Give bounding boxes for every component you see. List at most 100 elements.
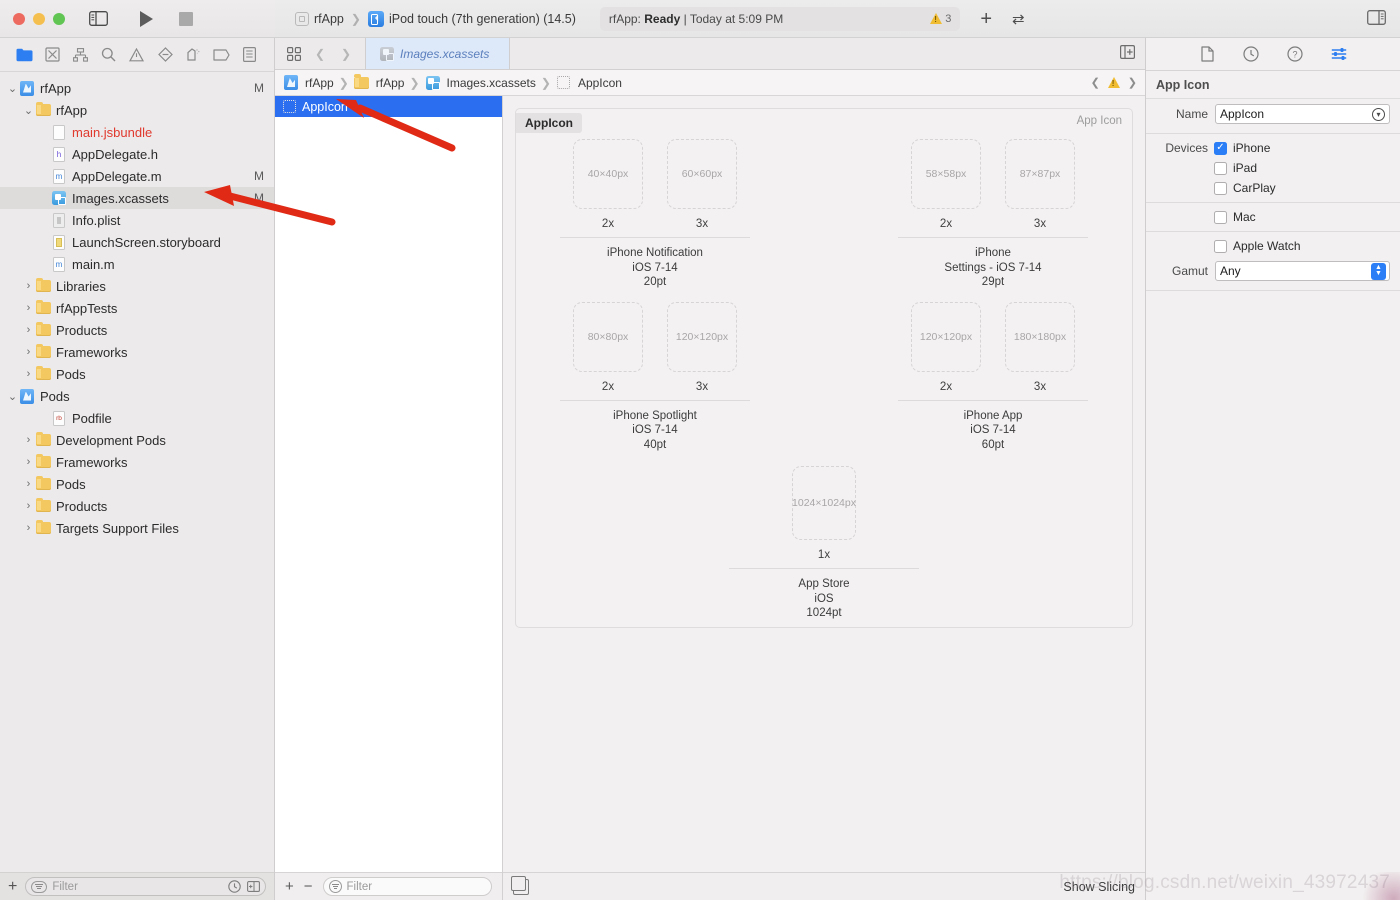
appicon-slot[interactable]: 1024×1024px 1x [792,466,856,561]
device-checkbox-iphone[interactable] [1214,141,1227,155]
slicing-icon[interactable] [510,876,529,895]
chevron-right-icon[interactable]: › [22,456,35,468]
appicon-slot[interactable]: 58×58px 2x [911,139,981,230]
navigator-add-button[interactable]: + [8,878,17,895]
chevron-down-icon[interactable]: ⌄ [22,104,35,117]
inspector-toolbar[interactable]: ? [1146,38,1400,71]
chevron-right-icon[interactable]: › [22,500,35,512]
inspector-devices-group[interactable]: Devices iPhone iPad CarPlay Mac Apple Watch [1146,138,1400,256]
chevron-right-icon[interactable]: › [22,280,35,292]
asset-set-list[interactable]: AppIcon [275,96,502,872]
navigator-row[interactable]: Info.plist [0,209,274,231]
breadcrumb[interactable]: rfApp ❯ rfApp ❯ Images.xcassets ❯ AppIcon [283,74,622,91]
source-control-filter-icon[interactable] [246,880,260,894]
scheme-selector[interactable]: rfApp ❯ iPod touch (7th generation) (14.… [289,8,582,30]
report-navigator-icon[interactable] [240,46,260,64]
project-navigator-icon[interactable] [14,46,34,64]
device-checkbox-carplay[interactable] [1214,181,1227,195]
appicon-slot-dropzone[interactable]: 58×58px [911,139,981,209]
navigator-row[interactable]: › Frameworks [0,341,274,363]
navigator-row[interactable]: LaunchScreen.storyboard [0,231,274,253]
inspector-device-row[interactable]: iPad [1146,158,1400,178]
chevron-right-icon[interactable]: › [22,346,35,358]
navigator-row[interactable]: ⌄ Pods [0,385,274,407]
debug-navigator-icon[interactable] [183,46,203,64]
breadcrumb-item[interactable]: rfApp [283,75,334,91]
appicon-slot[interactable]: 180×180px 3x [1005,301,1075,393]
device-checkbox-ipad[interactable] [1214,161,1227,175]
device-checkbox-mac[interactable] [1214,210,1227,224]
navigator-row[interactable]: › Products [0,319,274,341]
navigator-row[interactable]: › Development Pods [0,429,274,451]
issue-next-icon[interactable]: ❯ [1128,76,1137,89]
chevron-right-icon[interactable]: › [22,434,35,446]
source-control-navigator-icon[interactable] [42,46,62,64]
navigator-row[interactable]: Images.xcassets M [0,187,274,209]
appicon-slot[interactable]: 60×60px 3x [667,139,737,230]
recent-files-clock-icon[interactable] [227,880,241,894]
asset-add-button[interactable]: + [285,879,294,894]
asset-remove-button[interactable]: − [304,879,313,894]
appicon-slot[interactable]: 120×120px 2x [911,301,981,393]
run-button[interactable] [140,10,153,27]
breadcrumb-warning-icon[interactable] [1107,77,1120,88]
chevron-right-icon[interactable]: › [22,522,35,534]
editor-tab-images-xcassets[interactable]: Images.xcassets [365,38,510,69]
symbol-navigator-icon[interactable] [71,46,91,64]
appicon-slot-dropzone[interactable]: 40×40px [573,139,643,209]
navigator-filter-input[interactable]: Filter [25,877,266,896]
breakpoint-navigator-icon[interactable] [212,46,232,64]
multiple-editors-icon[interactable] [281,38,307,69]
inspector-device-row[interactable]: Apple Watch [1146,236,1400,256]
chevron-right-icon[interactable]: › [22,302,35,314]
history-inspector-icon[interactable] [1242,45,1260,63]
device-checkbox-apple-watch[interactable] [1214,239,1227,253]
navigator-row[interactable]: › Targets Support Files [0,517,274,539]
minimize-window-button[interactable] [33,12,45,25]
appicon-slot-dropzone[interactable]: 80×80px [573,301,643,372]
test-navigator-icon[interactable] [155,46,175,64]
appicon-slot[interactable]: 87×87px 3x [1005,139,1075,230]
navigator-row[interactable]: › Products [0,495,274,517]
appicon-slot-dropzone[interactable]: 87×87px [1005,139,1075,209]
warning-badge[interactable]: 3 [930,13,951,25]
appicon-slot-dropzone[interactable]: 180×180px [1005,301,1075,372]
stop-button[interactable] [179,11,193,26]
navigator-toolbar[interactable] [0,38,274,72]
appicon-slot[interactable]: 40×40px 2x [573,139,643,230]
issue-prev-icon[interactable]: ❮ [1091,76,1100,89]
chevron-right-icon[interactable]: › [22,324,35,336]
navigator-row[interactable]: AppDelegate.h [0,143,274,165]
toggle-navigator-icon[interactable] [89,11,108,26]
appicon-slot-dropzone[interactable]: 120×120px [911,301,981,372]
chevron-updown-icon[interactable]: ▲ ▼ [1371,262,1386,280]
help-inspector-icon[interactable]: ? [1286,45,1304,63]
navigator-row[interactable]: AppDelegate.m M [0,165,274,187]
asset-list-item[interactable]: AppIcon [275,96,502,117]
inspector-device-row[interactable]: Devices iPhone [1146,138,1400,158]
attributes-inspector-icon[interactable] [1330,45,1348,63]
zoom-window-button[interactable] [53,12,65,25]
file-inspector-icon[interactable] [1198,45,1216,63]
navigator-row[interactable]: Podfile [0,407,274,429]
navigator-row[interactable]: main.m [0,253,274,275]
inspector-device-row[interactable]: Mac [1146,207,1400,227]
chevron-down-icon[interactable]: ⌄ [6,82,19,95]
breadcrumb-item[interactable]: AppIcon [556,75,622,91]
appicon-slot-dropzone[interactable]: 60×60px [667,139,737,209]
breadcrumb-item[interactable]: Images.xcassets [425,75,536,91]
close-window-button[interactable] [13,12,25,25]
activity-status-bar[interactable]: rfApp: Ready | Today at 5:09 PM 3 [599,6,961,31]
navigator-row[interactable]: › Pods [0,363,274,385]
appicon-slot[interactable]: 120×120px 3x [667,301,737,393]
run-stop-controls[interactable] [140,10,193,27]
navigator-row[interactable]: ⌄ rfApp [0,99,274,121]
navigator-row[interactable]: › Frameworks [0,451,274,473]
editor-options-icon[interactable] [1120,45,1136,62]
navigator-row[interactable]: › rfAppTests [0,297,274,319]
project-navigator-tree[interactable]: ⌄ rfApp M ⌄ rfApp main.jsbundle AppDelegate.h A… [0,72,274,872]
toggle-inspector-icon[interactable] [1367,9,1386,28]
appicon-card[interactable]: AppIcon App Icon 40×40px 2x 60×60px 3x iPhon… [515,108,1133,628]
appicon-slot-dropzone[interactable]: 120×120px [667,301,737,372]
chevron-right-icon[interactable]: › [22,368,35,380]
